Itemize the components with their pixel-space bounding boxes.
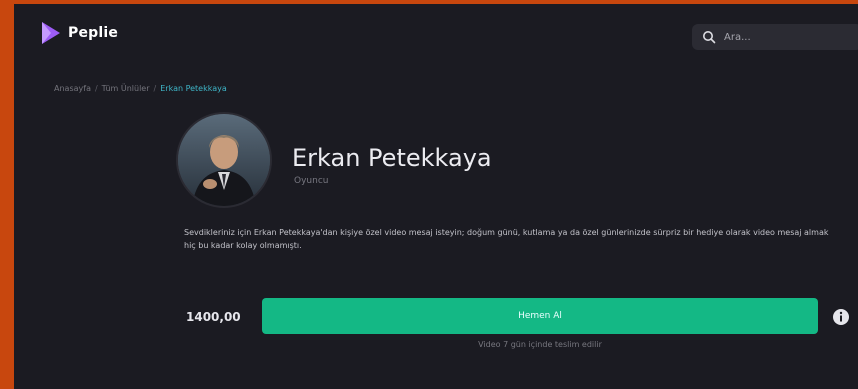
app-frame: Peplie Anasayfa / Tüm Ünlüler / Erkan Pe… xyxy=(14,4,858,389)
breadcrumb: Anasayfa / Tüm Ünlüler / Erkan Petekkaya xyxy=(54,84,227,93)
breadcrumb-separator: / xyxy=(94,84,98,93)
profile-bio: Sevdikleriniz için Erkan Petekkaya'dan k… xyxy=(184,228,829,250)
breadcrumb-current: Erkan Petekkaya xyxy=(160,84,227,93)
profile-name: Erkan Petekkaya xyxy=(292,144,492,172)
info-icon[interactable] xyxy=(832,308,850,326)
profile-photo xyxy=(178,114,270,206)
search-box[interactable] xyxy=(692,24,858,50)
delivery-note: Video 7 gün içinde teslim edilir xyxy=(478,340,602,349)
profile-role: Oyuncu xyxy=(294,176,329,186)
buy-button[interactable]: Hemen Al xyxy=(262,298,818,334)
search-icon xyxy=(703,31,716,44)
avatar xyxy=(176,112,272,208)
brand-logo[interactable]: Peplie xyxy=(38,20,118,46)
brand-name: Peplie xyxy=(68,25,119,41)
play-icon xyxy=(42,22,60,44)
breadcrumb-home[interactable]: Anasayfa xyxy=(54,84,91,93)
breadcrumb-separator: / xyxy=(153,84,157,93)
breadcrumb-celebrities[interactable]: Tüm Ünlüler xyxy=(102,84,150,93)
search-input[interactable] xyxy=(722,30,846,44)
price-label: 1400,00 xyxy=(186,310,241,324)
